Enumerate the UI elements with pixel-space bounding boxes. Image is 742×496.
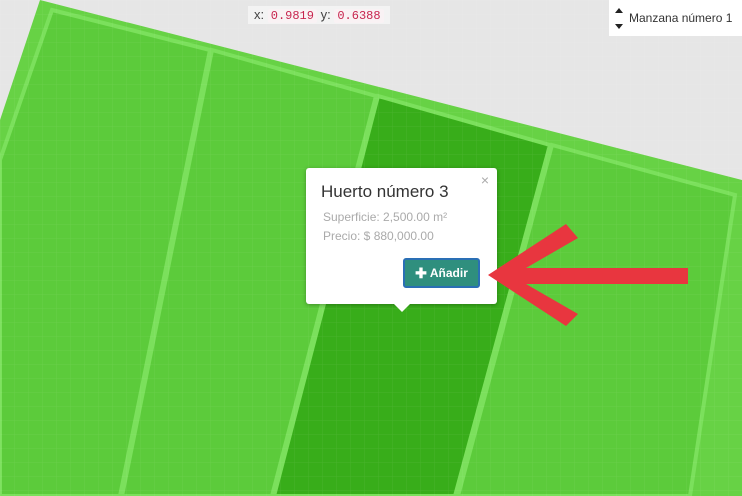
y-label: y: [320, 7, 331, 22]
lot-price: Precio: $ 880,000.00 [323, 229, 434, 243]
lot-popup: × Huerto número 3 Superficie: 2,500.00 m… [306, 168, 497, 312]
close-icon[interactable]: × [481, 172, 489, 188]
plus-icon: ✚ [415, 264, 427, 281]
red-arrow-icon [488, 224, 688, 326]
sort-arrows-icon[interactable] [613, 2, 625, 34]
add-button[interactable]: ✚ Añadir [403, 258, 480, 288]
y-value: 0.6388 [334, 9, 384, 23]
x-value: 0.9819 [267, 9, 317, 23]
block-selector[interactable]: Manzana número 1 [609, 0, 742, 36]
arrow-down-icon[interactable] [615, 24, 623, 29]
arrow-up-icon[interactable] [615, 8, 623, 13]
popup-title: Huerto número 3 [321, 182, 449, 201]
block-selector-value: Manzana número 1 [629, 11, 733, 25]
add-button-label: Añadir [429, 266, 468, 280]
x-label: x: [254, 7, 265, 22]
lot-area: Superficie: 2,500.00 m² [323, 210, 448, 224]
coordinates-readout: x: 0.9819 y: 0.6388 [248, 6, 390, 24]
